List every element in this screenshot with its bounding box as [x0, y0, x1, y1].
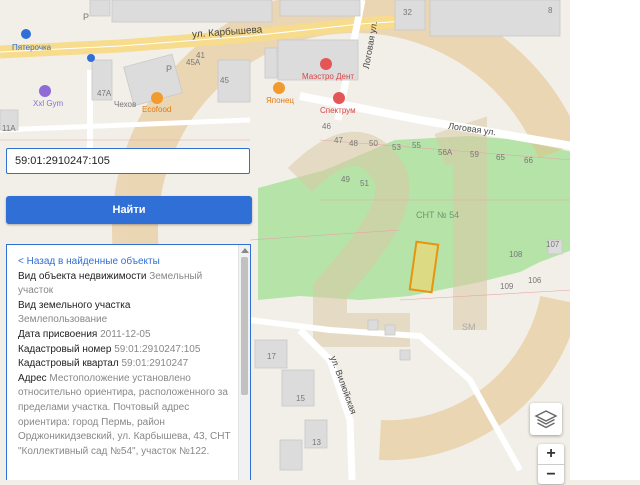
info-label: Кадастровый номер [18, 343, 112, 355]
house-number: 48 [349, 139, 358, 148]
spektrum-icon [333, 92, 345, 104]
info-value: 59:01:2910247:105 [114, 343, 201, 355]
info-row-address: Адрес Местоположение установлено относит… [18, 372, 240, 460]
house-number: 13 [312, 438, 321, 447]
house-number: P [83, 12, 90, 22]
house-number: 107 [546, 240, 560, 249]
house-number: 55 [412, 141, 421, 150]
layers-button[interactable] [530, 403, 562, 435]
house-number: 53 [392, 143, 401, 152]
house-number: 15 [296, 394, 305, 403]
info-value: 2011-12-05 [100, 328, 151, 340]
info-value: Землепользование [18, 314, 108, 326]
cadastral-search-field[interactable] [6, 148, 250, 174]
house-number: 106 [528, 276, 542, 285]
ecofood-icon [151, 92, 163, 104]
house-number: 51 [360, 179, 369, 188]
poi-label-xxl-gym: Xxl Gym [33, 99, 64, 108]
info-row-object-type: Вид объекта недвижимости Земельный участ… [18, 270, 240, 299]
layers-icon [534, 410, 558, 429]
zoom-control: + − [538, 444, 564, 484]
maestro-dent-icon [320, 58, 332, 70]
yaponets-icon [273, 82, 285, 94]
info-row-assign-date: Дата присвоения 2011-12-05 [18, 328, 240, 343]
zoom-out-button[interactable]: − [538, 465, 564, 485]
house-number: 50 [369, 139, 378, 148]
bus-stop-icon [87, 54, 95, 62]
house-number: 59 [470, 150, 479, 159]
info-row-cadastral-number: Кадастровый номер 59:01:2910247:105 [18, 343, 240, 358]
poi-label-yaponets: Японец [266, 96, 295, 105]
poi-label-pyaterochka: Пятерочка [12, 43, 52, 52]
house-number: 32 [403, 8, 412, 17]
info-row-cadastral-quarter: Кадастровый квартал 59:01:2910247 [18, 357, 240, 372]
poi-label-spektrum: Спектрум [320, 106, 356, 115]
house-number: 47 [334, 136, 343, 145]
area-label-snt: СНТ № 54 [416, 210, 460, 220]
map-edge-blank [570, 0, 640, 480]
object-info-content: < Назад в найденные объекты Вид объекта … [18, 255, 240, 459]
info-label: Дата присвоения [18, 328, 98, 340]
object-info-panel: < Назад в найденные объекты Вид объекта … [6, 244, 251, 480]
house-number: 49 [341, 175, 350, 184]
back-to-results-link[interactable]: < Назад в найденные объекты [18, 255, 240, 270]
area-label-sm: SM [462, 322, 476, 332]
house-number: 66 [524, 156, 533, 165]
house-number: 17 [267, 352, 276, 361]
house-number: P [166, 64, 173, 74]
house-number: 45A [186, 58, 201, 67]
info-label: Кадастровый квартал [18, 358, 119, 370]
house-number: 45 [220, 76, 229, 85]
scrollbar-thumb[interactable] [241, 257, 248, 395]
pyaterochka-icon [21, 29, 31, 39]
house-number: 65 [496, 153, 505, 162]
info-label: Вид объекта недвижимости [18, 270, 147, 282]
house-number: 47A [97, 89, 112, 98]
scroll-up-arrow-icon[interactable] [241, 248, 249, 253]
poi-label-maestro-dent: Маэстро Дент [302, 72, 355, 81]
house-number: 46 [322, 122, 331, 131]
house-number: 11A [2, 124, 16, 133]
poi-label-ecofood: Ecofood [142, 105, 172, 114]
xxl-gym-icon [39, 85, 51, 97]
find-button[interactable]: Найти [6, 196, 252, 224]
house-number: 108 [509, 250, 523, 259]
house-number: 56A [438, 148, 453, 157]
zoom-in-button[interactable]: + [538, 444, 564, 464]
info-label: Вид земельного участка [18, 299, 131, 311]
house-number: 8 [548, 6, 553, 15]
poi-label-chekhov: Чехов [114, 100, 137, 109]
info-label: Адрес [18, 372, 47, 384]
info-value: 59:01:2910247 [121, 358, 189, 370]
info-value: Местоположение установлено относительно … [18, 372, 231, 457]
cadastral-search-input[interactable] [7, 149, 249, 173]
house-number: 109 [500, 282, 514, 291]
info-row-land-type: Вид земельного участка Землепользование [18, 299, 240, 328]
panel-scrollbar[interactable] [238, 245, 250, 480]
